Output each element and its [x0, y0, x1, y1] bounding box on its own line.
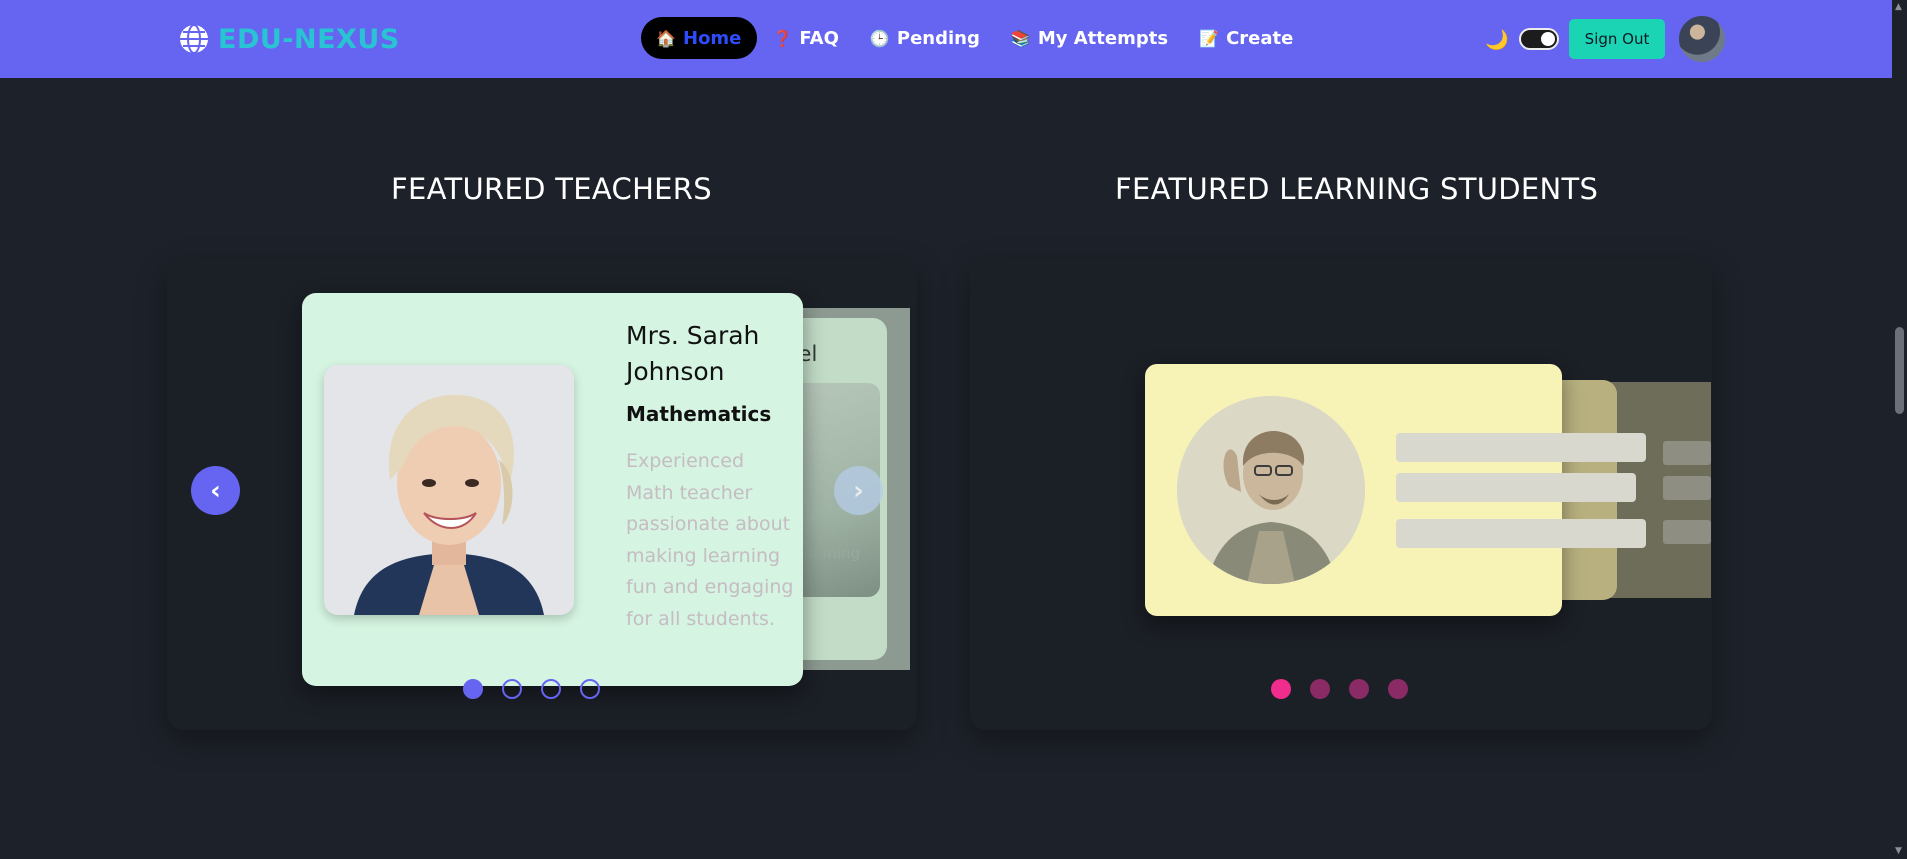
nav-create[interactable]: 📝 Create: [1184, 17, 1309, 59]
nav-home[interactable]: 🏠 Home: [641, 17, 758, 59]
nav-pending[interactable]: 🕒 Pending: [855, 17, 996, 59]
student-back-bar-3: [1663, 520, 1711, 544]
teacher-prev-button[interactable]: ‹: [191, 466, 240, 515]
featured-students-title: FEATURED LEARNING STUDENTS: [1115, 172, 1599, 206]
home-icon: 🏠: [656, 28, 676, 48]
teacher-dot-4[interactable]: [580, 679, 600, 699]
student-name-placeholder: [1396, 433, 1646, 462]
moon-icon: 🌙: [1485, 28, 1509, 51]
teacher-dot-2[interactable]: [502, 679, 522, 699]
brand-name: EDU-NEXUS: [218, 23, 400, 55]
student-carousel-dots: [1271, 679, 1408, 699]
question-icon: ❓: [772, 28, 793, 48]
teacher-subject: Mathematics: [626, 402, 772, 426]
student-dot-3[interactable]: [1349, 679, 1369, 699]
student-photo: [1177, 396, 1365, 584]
top-navbar: EDU-NEXUS 🏠 Home ❓ FAQ 🕒 Pending 📚 My At…: [0, 0, 1892, 78]
teacher-dot-1[interactable]: [463, 679, 483, 699]
books-icon: 📚: [1010, 28, 1031, 48]
theme-toggle[interactable]: [1518, 28, 1559, 50]
teacher-carousel-dots: [463, 679, 600, 699]
teacher-photo: [324, 365, 574, 615]
navbar-right-tools: 🌙 Sign Out: [1485, 14, 1728, 64]
nav-my-attempts[interactable]: 📚 My Attempts: [996, 17, 1184, 59]
nav-faq-label: FAQ: [799, 27, 839, 49]
memo-icon: 📝: [1199, 28, 1220, 48]
scroll-up-icon[interactable]: ▲: [1895, 2, 1902, 12]
student-portrait-icon: [1177, 396, 1365, 584]
student-dot-4[interactable]: [1388, 679, 1408, 699]
nav-my-attempts-label: My Attempts: [1037, 27, 1169, 49]
teacher-dot-3[interactable]: [541, 679, 561, 699]
user-avatar[interactable]: [1677, 14, 1728, 64]
student-dot-2[interactable]: [1310, 679, 1330, 699]
main-nav: 🏠 Home ❓ FAQ 🕒 Pending 📚 My Attempts 📝 C…: [641, 17, 1309, 59]
teacher-name: Mrs. Sarah Johnson: [626, 321, 760, 386]
student-dot-1[interactable]: [1271, 679, 1291, 699]
sign-out-button[interactable]: Sign Out: [1568, 19, 1666, 59]
toggle-knob: [1540, 32, 1555, 46]
student-back-bar-2: [1663, 476, 1711, 500]
teacher-next-button[interactable]: ›: [834, 466, 883, 515]
page-scrollbar[interactable]: ▲ ▼: [1892, 0, 1907, 859]
globe-icon: [180, 24, 208, 54]
scroll-down-icon[interactable]: ▼: [1895, 846, 1902, 856]
student-subject-placeholder: [1396, 473, 1636, 502]
teacher-description: Experienced Math teacher passionate abou…: [626, 450, 794, 630]
brand-logo[interactable]: EDU-NEXUS: [178, 20, 400, 58]
nav-faq[interactable]: ❓ FAQ: [757, 17, 854, 59]
featured-teachers-title: FEATURED TEACHERS: [391, 172, 712, 206]
scrollbar-thumb[interactable]: [1895, 327, 1904, 414]
clock-icon: 🕒: [869, 28, 890, 48]
teacher-portrait-icon: [324, 365, 574, 615]
student-description-placeholder: [1396, 519, 1646, 548]
student-back-bar-1: [1663, 441, 1711, 465]
nav-home-label: Home: [683, 27, 742, 49]
nav-create-label: Create: [1226, 27, 1294, 49]
nav-pending-label: Pending: [896, 27, 980, 49]
